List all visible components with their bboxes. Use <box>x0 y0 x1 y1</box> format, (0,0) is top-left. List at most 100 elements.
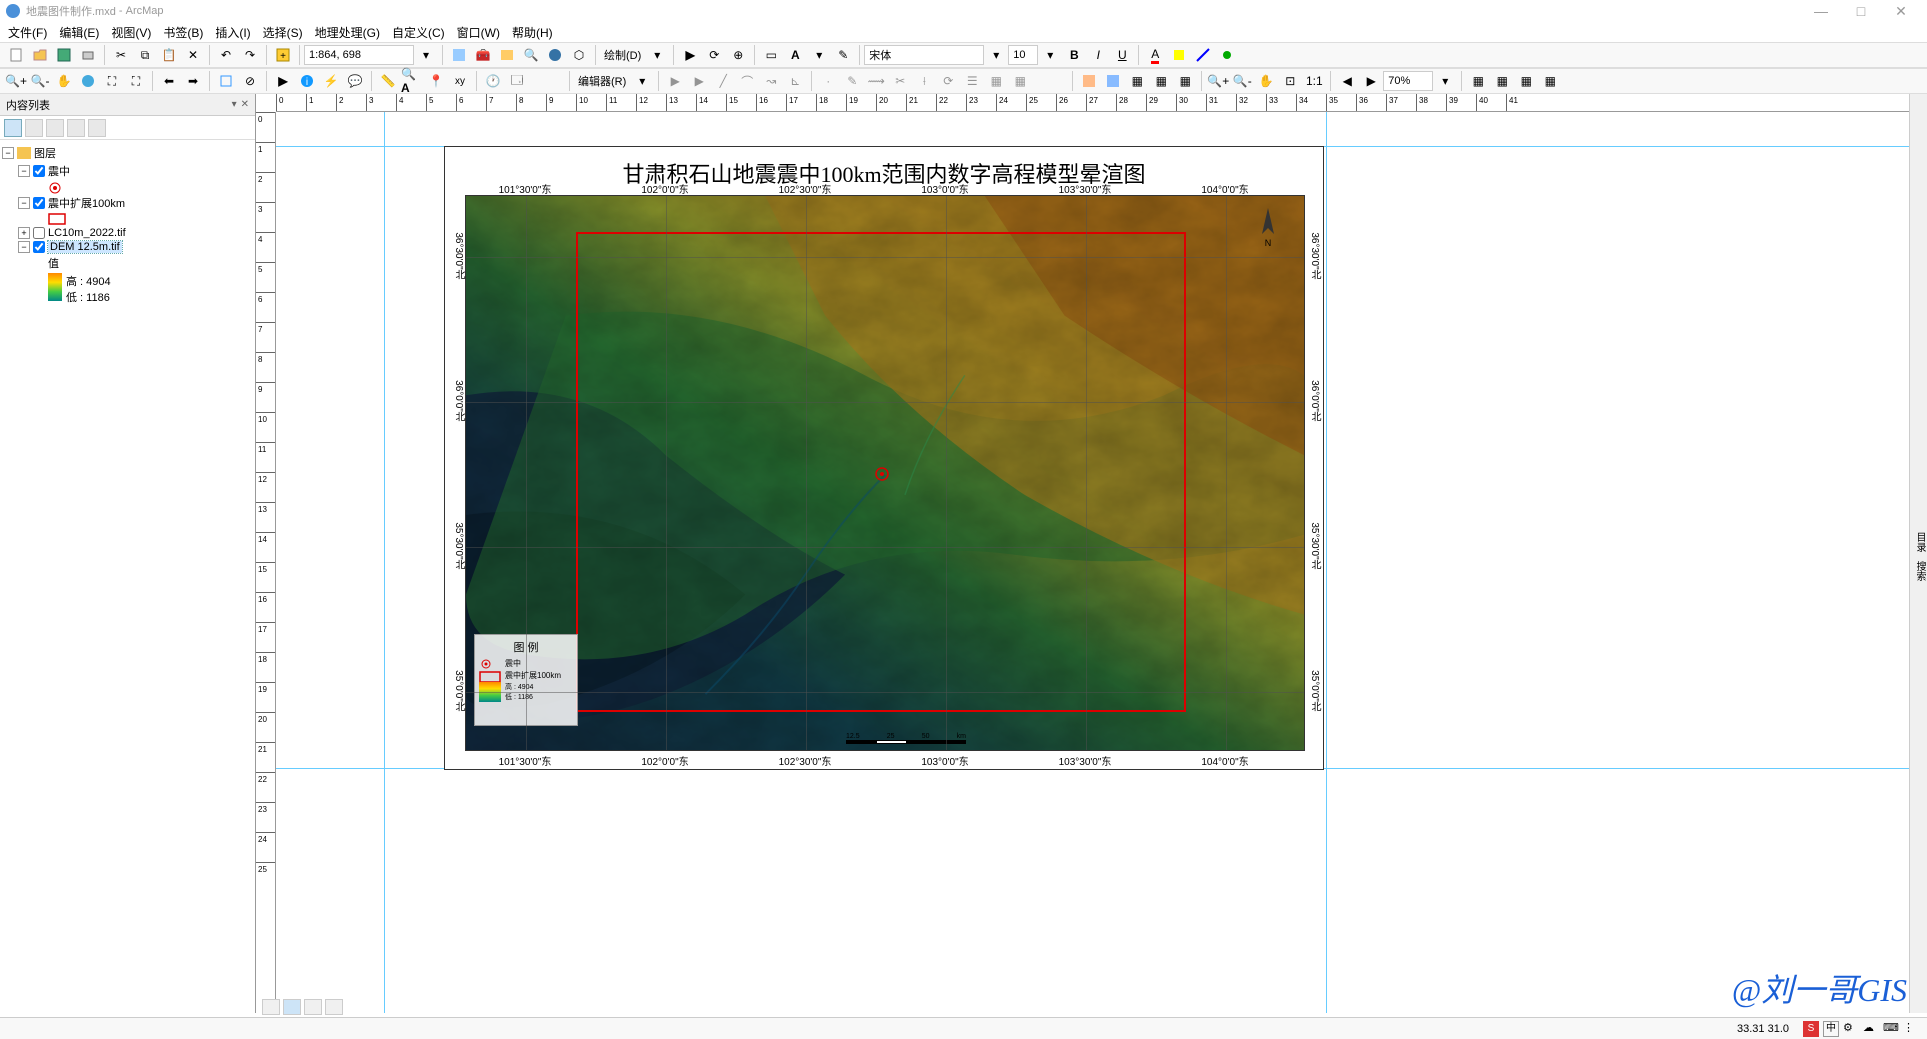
identify-button[interactable]: i <box>296 70 318 92</box>
cut-button[interactable]: ✂ <box>110 44 132 66</box>
data-view-tab[interactable] <box>262 999 280 1015</box>
cut-polygons-tool[interactable]: ✂ <box>889 70 911 92</box>
modelbuilder-button[interactable]: ⬡ <box>568 44 590 66</box>
fixed-zoom-out-button[interactable]: ⛶ <box>125 70 147 92</box>
georef-button-5[interactable]: ▦ <box>1174 70 1196 92</box>
layout-next[interactable]: ▶ <box>1360 70 1382 92</box>
expander-layer-1[interactable]: − <box>18 197 30 209</box>
arc-segment[interactable]: ⌒ <box>736 70 758 92</box>
redo-button[interactable]: ↷ <box>239 44 261 66</box>
point-tool[interactable]: · <box>817 70 839 92</box>
toc-list-by-source[interactable] <box>25 119 43 137</box>
layer-checkbox-1[interactable] <box>33 197 45 209</box>
menu-edit[interactable]: 编辑(E) <box>59 24 99 41</box>
menu-geoprocessing[interactable]: 地理处理(G) <box>315 24 380 41</box>
add-data-button[interactable]: + <box>272 44 294 66</box>
zoom-in-button[interactable]: 🔍+ <box>5 70 27 92</box>
fontsize-dropdown[interactable]: ▾ <box>1039 44 1061 66</box>
create-viewer-button[interactable]: 🗔 <box>506 70 528 92</box>
layer-label-0[interactable]: 震中 <box>48 163 70 179</box>
edit-vertices-button[interactable]: ✎ <box>832 44 854 66</box>
edit-annotation-tool[interactable]: ▶ <box>688 70 710 92</box>
maximize-button[interactable]: □ <box>1841 3 1881 19</box>
data-frame[interactable]: N 图 例 震中 震中扩展100km 高 : 4904低 : 1186 12.5… <box>465 195 1305 751</box>
toggle-draft-button[interactable]: ▦ <box>1467 70 1489 92</box>
north-arrow[interactable]: N <box>1252 206 1284 253</box>
menu-help[interactable]: 帮助(H) <box>512 24 553 41</box>
rotate-button[interactable]: ⟳ <box>703 44 725 66</box>
refresh-view-button[interactable] <box>304 999 322 1015</box>
ime-btn-1[interactable]: ⚙ <box>1843 1021 1859 1037</box>
toc-close-button[interactable]: ✕ <box>241 99 249 110</box>
ime-brand-icon[interactable]: S <box>1803 1021 1819 1037</box>
ime-btn-2[interactable]: ☁ <box>1863 1021 1879 1037</box>
toc-list-by-drawing-order[interactable] <box>4 119 22 137</box>
minimize-button[interactable]: — <box>1801 3 1841 19</box>
layout-prev[interactable]: ◀ <box>1336 70 1358 92</box>
expander-root[interactable]: − <box>2 147 14 159</box>
find-route-button[interactable]: 📍 <box>425 70 447 92</box>
fixed-zoom-in-button[interactable]: ⛶ <box>101 70 123 92</box>
georef-button-3[interactable]: ▦ <box>1126 70 1148 92</box>
clear-selection-button[interactable]: ⊘ <box>239 70 261 92</box>
paste-button[interactable]: 📋 <box>158 44 180 66</box>
right-angle-tool[interactable]: ⊾ <box>784 70 806 92</box>
pointer-button[interactable]: ▶ <box>272 70 294 92</box>
layer-checkbox-2[interactable] <box>33 227 45 239</box>
ime-lang-indicator[interactable]: 中 <box>1823 1021 1839 1037</box>
scale-dropdown[interactable]: ▾ <box>415 44 437 66</box>
select-element-button[interactable]: ▶ <box>679 44 701 66</box>
font-select[interactable] <box>864 45 984 65</box>
italic-button[interactable]: I <box>1087 44 1109 66</box>
callout-tool[interactable]: ▾ <box>808 44 830 66</box>
layer-checkbox-3[interactable] <box>33 241 45 253</box>
change-layout-button[interactable]: ▦ <box>1515 70 1537 92</box>
layout-zoom-100[interactable]: 1:1 <box>1303 70 1325 92</box>
reshape-tool[interactable]: ⟿ <box>865 70 887 92</box>
menu-view[interactable]: 视图(V) <box>111 24 151 41</box>
open-button[interactable] <box>29 44 51 66</box>
edit-tool[interactable]: ▶ <box>664 70 686 92</box>
guide-right[interactable] <box>1326 112 1327 1013</box>
undo-button[interactable]: ↶ <box>215 44 237 66</box>
georef-button-1[interactable] <box>1078 70 1100 92</box>
zoom-to-button[interactable]: ⊕ <box>727 44 749 66</box>
layout-view[interactable]: 0123456789101112131415161718192021222324… <box>256 94 1909 1013</box>
new-button[interactable] <box>5 44 27 66</box>
find-button[interactable]: 🔍A <box>401 70 423 92</box>
time-slider-button[interactable]: 🕐 <box>482 70 504 92</box>
catalog-button[interactable] <box>496 44 518 66</box>
close-button[interactable]: ✕ <box>1881 3 1921 20</box>
full-extent-button[interactable] <box>77 70 99 92</box>
go-to-xy-button[interactable]: xy <box>449 70 471 92</box>
menu-file[interactable]: 文件(F) <box>8 24 47 41</box>
trace-tool[interactable]: ↝ <box>760 70 782 92</box>
create-features-button[interactable]: ▦ <box>1009 70 1031 92</box>
scale-bar[interactable]: 12.52550km <box>846 733 966 744</box>
toc-root-label[interactable]: 图层 <box>34 145 56 161</box>
georef-button-4[interactable]: ▦ <box>1150 70 1172 92</box>
search-tab[interactable]: 搜索 <box>1914 561 1925 581</box>
select-features-button[interactable] <box>215 70 237 92</box>
marker-color-button[interactable] <box>1216 44 1238 66</box>
layer-checkbox-0[interactable] <box>33 165 45 177</box>
delete-button[interactable]: ✕ <box>182 44 204 66</box>
catalog-tab[interactable]: 目录 <box>1914 532 1925 552</box>
right-dock[interactable]: 目录 搜索 <box>1909 94 1927 1013</box>
toc-list-by-selection[interactable] <box>67 119 85 137</box>
ime-btn-4[interactable]: ⋮ <box>1903 1021 1919 1037</box>
expander-layer-2[interactable]: + <box>18 227 30 239</box>
layout-zoom-input[interactable] <box>1383 71 1433 91</box>
layout-zoom-dropdown[interactable]: ▾ <box>1434 70 1456 92</box>
expander-layer-3[interactable]: − <box>18 241 30 253</box>
fill-color-button[interactable] <box>1168 44 1190 66</box>
underline-button[interactable]: U <box>1111 44 1133 66</box>
pan-button[interactable]: ✋ <box>53 70 75 92</box>
pause-drawing-button[interactable] <box>325 999 343 1015</box>
focus-data-frame-button[interactable]: ▦ <box>1491 70 1513 92</box>
layout-canvas[interactable]: 甘肃积石山地震震中100km范围内数字高程模型晕渲图 <box>276 112 1909 1013</box>
layer-label-2[interactable]: LC10m_2022.tif <box>48 227 126 239</box>
split-tool[interactable]: ⟊ <box>913 70 935 92</box>
toc-list-by-visibility[interactable] <box>46 119 64 137</box>
save-button[interactable] <box>53 44 75 66</box>
